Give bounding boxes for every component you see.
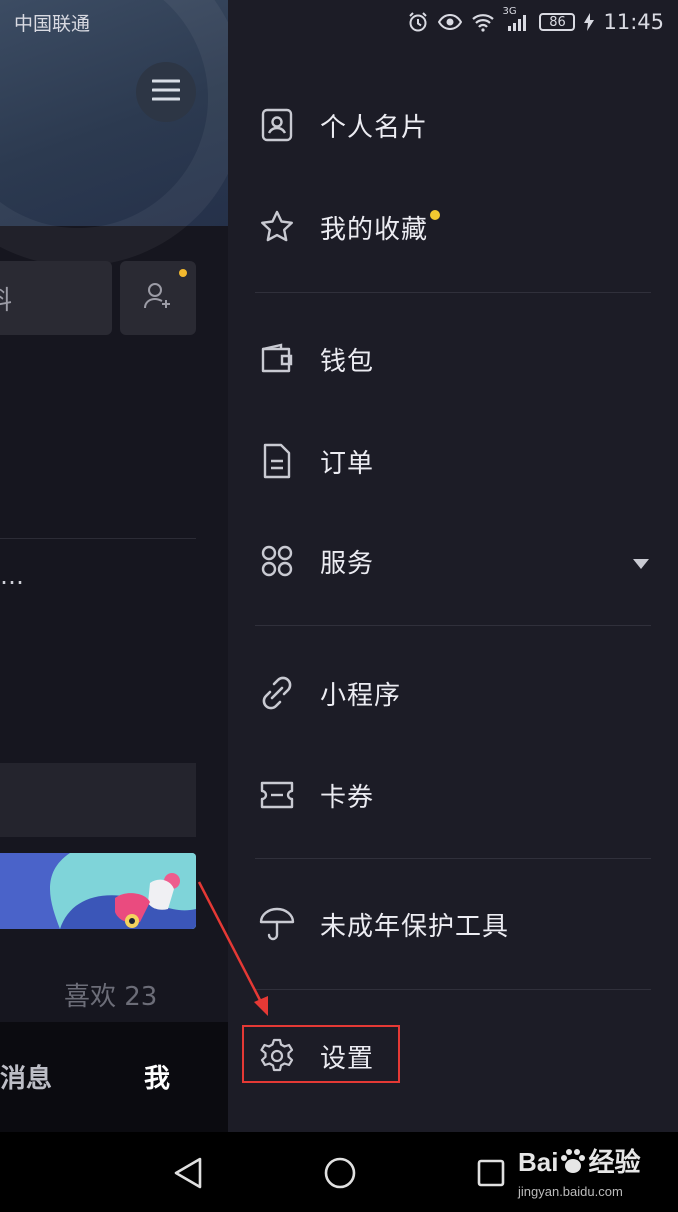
alarm-icon [407,11,429,33]
annotation-arrow [197,881,268,1016]
charging-icon [584,13,595,31]
status-bar: 中国联通 3G 86 11:45 [0,0,678,44]
battery-indicator: 86 [539,13,576,31]
carrier-name: 中国联通 [14,12,91,35]
eye-comfort-icon [438,13,463,31]
clock-time: 11:45 [603,10,664,34]
cell-signal-icon: 3G [502,6,530,32]
wifi-icon [471,12,495,32]
status-icons: 3G 86 11:45 [407,6,664,34]
network-type: 3G [502,6,517,17]
